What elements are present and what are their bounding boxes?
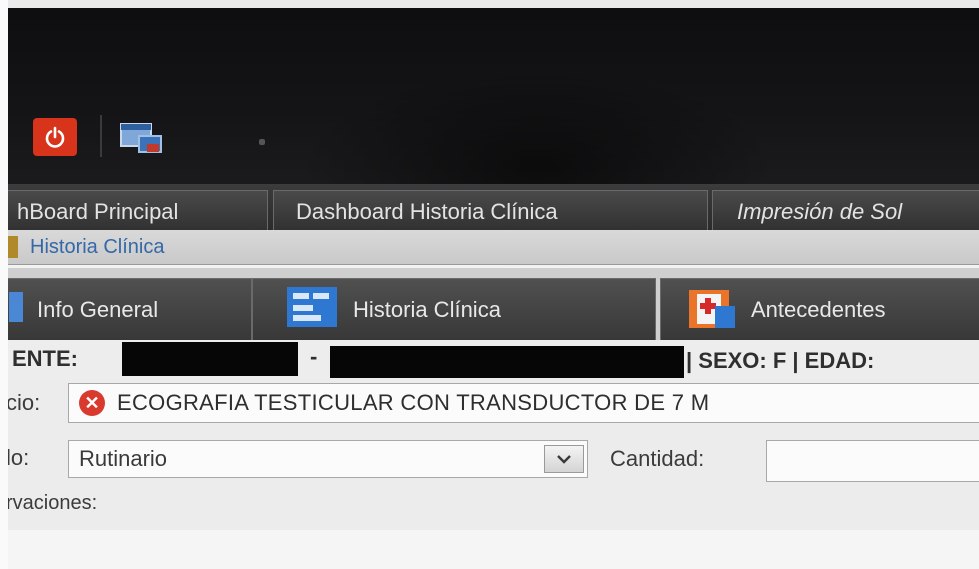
observations-label: rvaciones:: [6, 492, 98, 514]
tab-label: Antecedentes: [751, 296, 886, 322]
patient-label: ENTE:: [12, 346, 78, 371]
tab-label: Impresión de Sol: [737, 198, 903, 224]
tab-label: Info General: [37, 296, 159, 322]
section-tab-bar: Info General Historia Clínica Antecedent…: [0, 268, 979, 340]
photo-edge-left: [0, 0, 8, 569]
app-window-icon: [120, 123, 162, 153]
power-button[interactable]: [33, 118, 77, 156]
patient-separator: -: [310, 344, 318, 369]
quantity-label: Cantidad:: [610, 446, 705, 471]
toolbar-indicator: [259, 139, 265, 145]
tab-label: Dashboard Historia Clínica: [296, 198, 558, 224]
document-icon: [8, 236, 18, 258]
service-field[interactable]: ✕ ECOGRAFIA TESTICULAR CON TRANSDUCTOR D…: [68, 383, 979, 423]
tab-historia-clinica-document[interactable]: Historia Clínica: [8, 230, 258, 264]
patient-header: ENTE: - | SEXO: F | EDAD:: [8, 340, 979, 381]
photo-edge-top: [0, 0, 979, 8]
main-tab-bar: hBoard Principal Dashboard Historia Clín…: [0, 184, 979, 232]
screen-photo: hBoard Principal Dashboard Historia Clín…: [0, 0, 979, 569]
type-label: lo:: [6, 445, 30, 470]
tab-label: Historia Clínica: [30, 235, 165, 258]
tab-impresion-solicitudes[interactable]: Impresión de Sol: [712, 190, 979, 232]
document-tab-bar: Historia Clínica: [8, 230, 979, 265]
tab-antecedentes[interactable]: Antecedentes: [660, 278, 979, 340]
tab-dashboard-principal[interactable]: hBoard Principal: [0, 190, 268, 232]
observations-row: [8, 488, 979, 530]
quantity-input[interactable]: [766, 440, 979, 482]
medical-kit-icon: [687, 284, 737, 336]
service-label: cio:: [6, 390, 41, 415]
toolbar-separator: [100, 115, 102, 157]
type-dropdown-button[interactable]: [544, 445, 584, 473]
info-icon: [9, 290, 23, 330]
observations-area[interactable]: [8, 530, 979, 569]
redacted-patient-name: [330, 346, 684, 378]
patient-sex-age: | SEXO: F | EDAD:: [686, 348, 875, 373]
notes-icon: [285, 285, 339, 335]
tab-info-general[interactable]: Info General: [0, 278, 252, 340]
tab-label: hBoard Principal: [17, 198, 179, 224]
tab-dashboard-historia-clinica[interactable]: Dashboard Historia Clínica: [273, 190, 708, 232]
type-value: Rutinario: [79, 446, 168, 471]
power-icon: [45, 126, 65, 148]
service-value: ECOGRAFIA TESTICULAR CON TRANSDUCTOR DE …: [117, 390, 710, 415]
tab-label: Historia Clínica: [353, 296, 501, 322]
error-icon[interactable]: ✕: [79, 390, 105, 416]
tab-historia-clinica[interactable]: Historia Clínica: [252, 278, 656, 340]
redacted-patient-id: [122, 342, 298, 376]
type-select[interactable]: Rutinario: [68, 440, 588, 478]
chevron-down-icon: [557, 455, 571, 464]
top-toolbar: [8, 8, 979, 268]
app-window-button[interactable]: [117, 120, 165, 156]
